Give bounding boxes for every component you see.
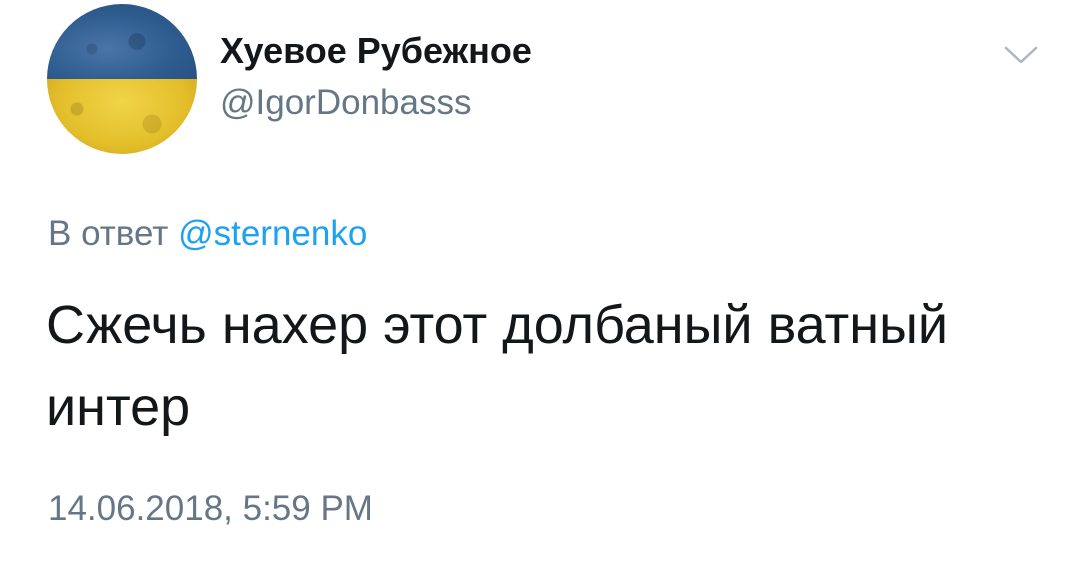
author-avatar[interactable]	[47, 4, 197, 154]
reply-prefix: В ответ	[48, 214, 169, 253]
reply-context: В ответ @sternenko	[48, 214, 367, 254]
tweet-text: Сжечь нахер этот долбаный ватный интер	[46, 295, 949, 437]
avatar-texture	[47, 4, 197, 154]
tweet-timestamp[interactable]: 14.06.2018, 5:59 PM	[48, 489, 373, 529]
chevron-down-icon[interactable]	[1004, 44, 1038, 66]
author-display-name[interactable]: Хуевое Рубежное	[220, 30, 532, 72]
reply-mention-link[interactable]: @sternenko	[178, 214, 367, 253]
author-handle[interactable]: @IgorDonbasss	[220, 83, 471, 123]
